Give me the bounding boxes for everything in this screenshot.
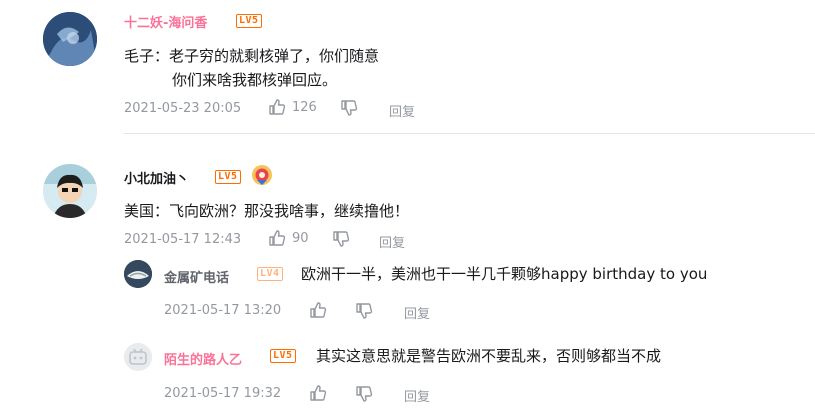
dislike-button[interactable] (340, 99, 358, 117)
thumb-down-icon (332, 230, 350, 248)
username[interactable]: 十二妖-海问香 (124, 12, 207, 31)
avatar[interactable] (43, 12, 97, 66)
dislike-button[interactable] (355, 302, 373, 320)
like-button[interactable]: 90 (268, 229, 309, 247)
like-button[interactable]: 126 (268, 98, 317, 116)
reply-button[interactable]: 回复 (379, 232, 405, 251)
thumb-down-icon (340, 99, 358, 117)
comment-text-line: 你们来啥我都核弹回应。 (172, 71, 338, 89)
thumb-up-icon (268, 229, 286, 247)
reply-button[interactable]: 回复 (404, 303, 430, 322)
reply-text: 欧洲干一半，美洲也干一半几千颗够happy birthday to you (301, 265, 708, 283)
username[interactable]: 小北加油丶 (124, 168, 189, 187)
like-count: 90 (292, 230, 309, 246)
thumb-up-icon (309, 301, 327, 319)
thumb-up-icon (309, 384, 327, 402)
comment-text-line: 毛子：老子穷的就剩核弹了，你们随意 (124, 47, 380, 65)
like-count: 126 (292, 99, 317, 115)
like-button[interactable] (309, 384, 327, 402)
reply-date: 2021-05-17 13:20 (164, 303, 282, 318)
comment-date: 2021-05-23 20:05 (124, 101, 242, 116)
level-badge: LV5 (270, 349, 296, 363)
reply-date: 2021-05-17 19:32 (164, 386, 282, 401)
reply-button[interactable]: 回复 (389, 101, 415, 120)
level-badge: LV5 (236, 14, 262, 28)
username[interactable]: 陌生的路人乙 (164, 349, 242, 368)
comment-text-line: 美国：飞向欧洲？那没我啥事，继续撸他！ (124, 202, 410, 220)
reply-button[interactable]: 回复 (404, 386, 430, 405)
avatar[interactable] (124, 343, 152, 371)
comment-date: 2021-05-17 12:43 (124, 232, 242, 247)
level-badge: LV4 (257, 267, 283, 281)
thumb-up-icon (268, 98, 286, 116)
thumb-down-icon (355, 385, 373, 403)
dislike-button[interactable] (332, 230, 350, 248)
avatar[interactable] (43, 164, 97, 218)
level-badge: LV5 (215, 170, 241, 184)
fan-badge-icon (250, 163, 274, 187)
reply-text: 其实这意思就是警告欧洲不要乱来，否则够都当不成 (316, 347, 662, 365)
dislike-button[interactable] (355, 385, 373, 403)
divider (124, 133, 815, 134)
username[interactable]: 金属矿电话 (164, 267, 229, 286)
like-button[interactable] (309, 301, 327, 319)
thumb-down-icon (355, 302, 373, 320)
avatar[interactable] (124, 260, 152, 288)
